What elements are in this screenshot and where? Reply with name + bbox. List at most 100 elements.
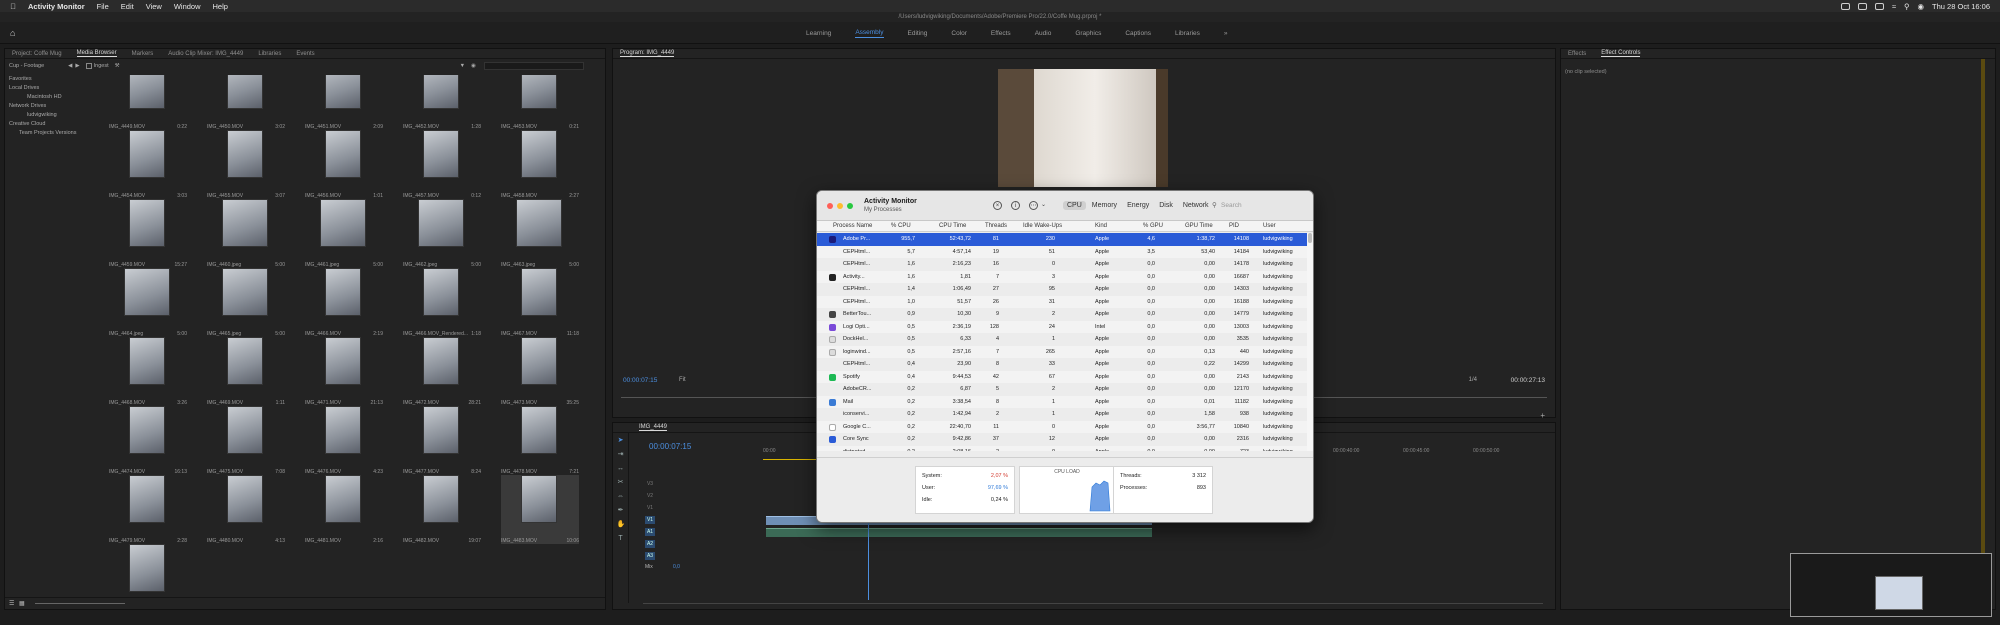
media-thumbnail[interactable]: IMG_4461.jpeg 5:00 xyxy=(305,199,383,268)
media-thumbnail[interactable]: IMG_4478.MOV 7:21 xyxy=(501,406,579,475)
media-thumbnail[interactable]: IMG_4479.MOV 2:28 xyxy=(109,475,187,544)
media-thumbnail[interactable]: IMG_4464.jpeg 5:00 xyxy=(109,268,187,337)
media-thumbnail[interactable]: IMG_4449.MOV 0:22 xyxy=(109,75,187,130)
col-cpu[interactable]: % CPU xyxy=(891,223,911,229)
table-row[interactable]: BetterTou... 0,9 10,30 9 2 Apple 0,0 0,00 14779 l… xyxy=(817,308,1307,321)
workspace-assembly[interactable]: Assembly xyxy=(855,29,884,38)
tree-macintosh-hd[interactable]: Macintosh HD xyxy=(5,93,105,102)
col-process-name[interactable]: Process Name xyxy=(833,223,872,229)
menu-window[interactable]: Window xyxy=(174,2,201,11)
workspace-color[interactable]: Color xyxy=(951,30,967,37)
segment-energy[interactable]: Energy xyxy=(1123,201,1153,210)
wifi-icon[interactable]: ≈ xyxy=(1892,2,1896,11)
table-row[interactable]: distnoted 0,2 2:08,16 2 0 Apple 0,0 0,00 723 ludv… xyxy=(817,445,1307,451)
table-row[interactable]: CEPHtml... 0,4 23,90 8 33 Apple 0,0 0,22 14299 lu… xyxy=(817,358,1307,371)
media-thumbnail[interactable]: IMG_4466.MOV_Rendered... 1:18 xyxy=(403,268,481,337)
col-threads[interactable]: Threads xyxy=(985,223,1007,229)
table-scrollbar[interactable] xyxy=(1307,233,1313,451)
track-a1[interactable]: A1 xyxy=(645,528,655,536)
tree-team-projects[interactable]: Team Projects Versions xyxy=(5,129,105,138)
menu-help[interactable]: Help xyxy=(213,2,228,11)
media-thumbnail[interactable]: IMG_4466.MOV 2:19 xyxy=(305,268,383,337)
razor-tool-icon[interactable]: ✂ xyxy=(617,479,625,487)
media-thumbnail[interactable]: IMG_4460.jpeg 5:00 xyxy=(207,199,285,268)
media-thumbnail[interactable]: IMG_4451.MOV 2:09 xyxy=(305,75,383,130)
status-icon-a[interactable] xyxy=(1840,2,1850,10)
apple-menu-icon[interactable]:  xyxy=(8,2,18,11)
media-thumbnail[interactable]: IMG_4462.jpeg 5:00 xyxy=(403,199,481,268)
forward-icon[interactable]: ▶ xyxy=(75,63,79,69)
tab-effect-controls[interactable]: Effect Controls xyxy=(1601,50,1641,57)
timeline-scrollbar[interactable] xyxy=(643,603,1543,604)
workspace-captions[interactable]: Captions xyxy=(1125,30,1151,37)
info-icon[interactable]: i xyxy=(1011,201,1020,210)
stop-process-icon[interactable]: × xyxy=(993,201,1002,210)
battery-icon[interactable] xyxy=(1874,2,1884,10)
table-row[interactable]: DockHel... 0,5 6,33 4 1 Apple 0,0 0,00 3535 ludvi… xyxy=(817,333,1307,346)
segment-network[interactable]: Network xyxy=(1179,201,1213,210)
col-pid[interactable]: PID xyxy=(1229,223,1239,229)
table-row[interactable]: Adobe Pr... 955,7 52:43,72 81 230 Apple 4,6 1:3… xyxy=(817,233,1307,246)
media-thumbnail[interactable]: IMG_4457.MOV 0:12 xyxy=(403,130,481,199)
search-field[interactable]: ⚲ Search xyxy=(1209,200,1309,212)
media-thumbnail[interactable]: IMG_4484.MOV10:17 xyxy=(109,544,187,597)
timeline-timecode[interactable]: 00:00:07:15 xyxy=(649,442,691,451)
media-thumbnail[interactable]: IMG_4458.MOV 2:27 xyxy=(501,130,579,199)
ingest-checkbox[interactable] xyxy=(85,63,92,69)
zoom-button[interactable] xyxy=(847,203,853,209)
more-actions-icon[interactable]: ⋯ xyxy=(1029,201,1038,210)
tree-local-drives[interactable]: Local Drives xyxy=(5,84,105,93)
window-thumbnail[interactable] xyxy=(1790,553,1992,617)
media-thumbnail[interactable]: IMG_4469.MOV 1:11 xyxy=(207,337,285,406)
col-cpu-time[interactable]: CPU Time xyxy=(939,223,966,229)
table-row[interactable]: CEPHtml... 1,0 51,57 26 31 Apple 0,0 0,00 16188 l… xyxy=(817,295,1307,308)
media-thumbnail[interactable]: IMG_4456.MOV 1:01 xyxy=(305,130,383,199)
media-thumbnail[interactable]: IMG_4453.MOV 0:21 xyxy=(501,75,579,130)
table-row[interactable]: AdobeCR... 0,2 6,87 5 2 Apple 0,0 0,00 12170 ludv… xyxy=(817,383,1307,396)
menu-view[interactable]: View xyxy=(146,2,162,11)
mix-value[interactable]: 0,0 xyxy=(673,564,680,570)
menu-file[interactable]: File xyxy=(97,2,109,11)
tab-sequence[interactable]: IMG_4449 xyxy=(639,424,668,431)
track-v2[interactable]: V2 xyxy=(645,492,655,500)
media-thumbnail[interactable]: IMG_4471.MOV 21:13 xyxy=(305,337,383,406)
media-thumbnail[interactable]: IMG_4463.jpeg 5:00 xyxy=(501,199,579,268)
tree-creative-cloud[interactable]: Creative Cloud xyxy=(5,120,105,129)
media-thumbnail[interactable]: IMG_4455.MOV 3:07 xyxy=(207,130,285,199)
col-gpu-time[interactable]: GPU Time xyxy=(1185,223,1213,229)
track-a3[interactable]: A3 xyxy=(645,552,655,560)
tree-ludvigwiking[interactable]: ludvigwiking xyxy=(5,111,105,120)
program-video-frame[interactable] xyxy=(998,69,1168,187)
tab-program[interactable]: Program: IMG_4449 xyxy=(620,50,675,57)
media-thumbnail[interactable]: IMG_4459.MOV 15:27 xyxy=(109,199,187,268)
clock[interactable]: Thu 28 Oct 16:06 xyxy=(1932,2,1990,11)
workspace-learning[interactable]: Learning xyxy=(806,30,831,37)
folder-dropdown[interactable]: Cup - Footage xyxy=(9,63,44,69)
table-row[interactable]: iconservi... 0,2 1:42,94 2 1 Apple 0,0 1,58 938 l… xyxy=(817,408,1307,421)
table-row[interactable]: Activity... 1,6 1,81 7 3 Apple 0,0 0,00 16687 lud… xyxy=(817,270,1307,283)
media-thumbnail[interactable]: IMG_4452.MOV 1:28 xyxy=(403,75,481,130)
media-thumbnail[interactable]: IMG_4468.MOV 3:26 xyxy=(109,337,187,406)
table-row[interactable]: Core Sync 0,2 9:42,86 37 12 Apple 0,0 0,00 2316 l… xyxy=(817,433,1307,446)
table-row[interactable]: Spotify 0,4 9:44,53 42 67 Apple 0,0 0,00 2143 lud… xyxy=(817,370,1307,383)
tree-network-drives[interactable]: Network Drives xyxy=(5,102,105,111)
media-thumbnail[interactable]: IMG_4482.MOV 19:07 xyxy=(403,475,481,544)
zoom-fit-dropdown[interactable]: Fit xyxy=(679,377,686,383)
icon-view-icon[interactable]: ▦ xyxy=(19,600,25,607)
media-thumbnail[interactable]: IMG_4450.MOV 3:02 xyxy=(207,75,285,130)
media-search-input[interactable] xyxy=(483,62,584,70)
workspace-effects[interactable]: Effects xyxy=(991,30,1011,37)
media-thumbnail[interactable]: IMG_4465.jpeg 5:00 xyxy=(207,268,285,337)
tab-audio-clip-mixer[interactable]: Audio Clip Mixer: IMG_4449 xyxy=(168,51,243,57)
ripple-edit-icon[interactable]: ↔ xyxy=(617,465,625,473)
tab-project[interactable]: Project: Coffe Mug xyxy=(12,51,62,57)
wrench-icon[interactable]: ⚒ xyxy=(115,63,120,69)
media-thumbnail[interactable]: IMG_4483.MOV 10:06 xyxy=(501,475,579,544)
audio-clip[interactable] xyxy=(766,528,1152,537)
table-row[interactable]: Logi Opti... 0,5 2:36,19 128 24 Intel 0,0 0,00 1… xyxy=(817,320,1307,333)
media-thumbnail[interactable]: IMG_4472.MOV 28:21 xyxy=(403,337,481,406)
media-thumbnail[interactable]: IMG_4474.MOV 16:13 xyxy=(109,406,187,475)
workspace-audio[interactable]: Audio xyxy=(1035,30,1052,37)
hand-tool-icon[interactable]: ✋ xyxy=(617,521,626,529)
table-row[interactable]: CEPHtml... 1,4 1:06,49 27 95 Apple 0,0 0,00 1430… xyxy=(817,283,1307,296)
